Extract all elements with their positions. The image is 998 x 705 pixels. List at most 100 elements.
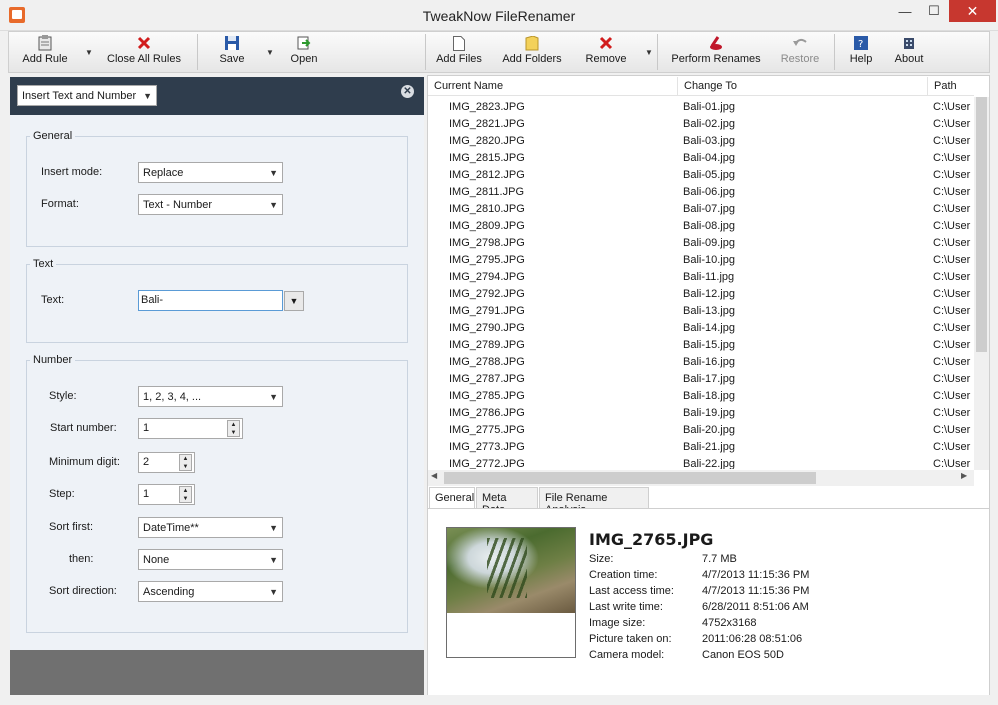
- help-button[interactable]: ? Help: [846, 33, 876, 71]
- perform-renames-button[interactable]: Perform Renames: [668, 33, 764, 71]
- current-name-cell: IMG_2789.JPG: [449, 338, 525, 351]
- table-row[interactable]: IMG_2794.JPG Bali-11.jpg C:\User: [428, 268, 974, 285]
- current-name-cell: IMG_2785.JPG: [449, 389, 525, 402]
- general-group: [26, 136, 408, 247]
- table-row[interactable]: IMG_2791.JPG Bali-13.jpg C:\User: [428, 302, 974, 319]
- tab-general[interactable]: General: [429, 487, 475, 509]
- blank-file-icon: [451, 35, 467, 51]
- tab-file-rename-analysis[interactable]: File Rename Analysis: [539, 487, 649, 516]
- table-row[interactable]: IMG_2812.JPG Bali-05.jpg C:\User: [428, 166, 974, 183]
- property-row: Camera model: Canon EOS 50D: [589, 647, 889, 663]
- scroll-right-arrow[interactable]: ▶: [961, 471, 967, 480]
- horizontal-scrollbar-thumb[interactable]: [444, 472, 816, 484]
- table-row[interactable]: IMG_2786.JPG Bali-19.jpg C:\User: [428, 404, 974, 421]
- path-cell: C:\User: [933, 117, 971, 130]
- scroll-left-arrow[interactable]: ◀: [431, 471, 437, 480]
- step-spinner[interactable]: ▲ ▼: [179, 486, 192, 503]
- table-row[interactable]: IMG_2773.JPG Bali-21.jpg C:\User: [428, 438, 974, 455]
- minimize-button[interactable]: —: [890, 0, 920, 22]
- table-row[interactable]: IMG_2823.JPG Bali-01.jpg C:\User: [428, 98, 974, 115]
- close-all-rules-button[interactable]: Close All Rules: [104, 33, 184, 71]
- property-label: Last access time:: [589, 585, 674, 597]
- property-label: Camera model:: [589, 649, 665, 661]
- path-cell: C:\User: [933, 287, 971, 300]
- add-rule-button[interactable]: Add Rule: [18, 33, 72, 71]
- folder-icon: [524, 35, 540, 51]
- change-to-cell: Bali-10.jpg: [683, 253, 735, 266]
- table-row[interactable]: IMG_2790.JPG Bali-14.jpg C:\User: [428, 319, 974, 336]
- close-rule-icon[interactable]: ✕: [401, 85, 414, 98]
- change-to-cell: Bali-17.jpg: [683, 372, 735, 385]
- table-row[interactable]: IMG_2792.JPG Bali-12.jpg C:\User: [428, 285, 974, 302]
- current-name-cell: IMG_2812.JPG: [449, 168, 525, 181]
- current-name-cell: IMG_2823.JPG: [449, 100, 525, 113]
- property-label: Picture taken on:: [589, 633, 672, 645]
- table-row[interactable]: IMG_2787.JPG Bali-17.jpg C:\User: [428, 370, 974, 387]
- vertical-scrollbar-thumb[interactable]: [976, 97, 987, 352]
- insert-mode-select[interactable]: Replace ▼: [138, 162, 283, 183]
- style-select[interactable]: 1, 2, 3, 4, ... ▼: [138, 386, 283, 407]
- then-label: then:: [69, 553, 94, 565]
- format-select[interactable]: Text - Number ▼: [138, 194, 283, 215]
- close-button[interactable]: ✕: [949, 0, 996, 22]
- change-to-cell: Bali-18.jpg: [683, 389, 735, 402]
- current-name-cell: IMG_2773.JPG: [449, 440, 525, 453]
- start-number-spinner[interactable]: ▲ ▼: [227, 420, 240, 437]
- about-button[interactable]: About: [890, 33, 928, 71]
- text-input[interactable]: Bali-: [138, 290, 283, 311]
- restore-button[interactable]: Restore: [776, 33, 824, 71]
- toolbar-separator: [834, 34, 835, 70]
- table-row[interactable]: IMG_2820.JPG Bali-03.jpg C:\User: [428, 132, 974, 149]
- table-row[interactable]: IMG_2821.JPG Bali-02.jpg C:\User: [428, 115, 974, 132]
- current-name-cell: IMG_2794.JPG: [449, 270, 525, 283]
- column-path[interactable]: Path: [928, 77, 974, 96]
- table-row[interactable]: IMG_2815.JPG Bali-04.jpg C:\User: [428, 149, 974, 166]
- text-history-dropdown[interactable]: ▼: [284, 291, 304, 311]
- table-row[interactable]: IMG_2811.JPG Bali-06.jpg C:\User: [428, 183, 974, 200]
- chevron-down-icon: ▼: [143, 90, 152, 101]
- sort-first-select[interactable]: DateTime** ▼: [138, 517, 283, 538]
- current-name-cell: IMG_2772.JPG: [449, 457, 525, 470]
- photo-thumbnail: [447, 528, 575, 613]
- change-to-cell: Bali-03.jpg: [683, 134, 735, 147]
- property-row: Image size: 4752x3168: [589, 615, 889, 631]
- property-label: Last write time:: [589, 601, 663, 613]
- current-name-cell: IMG_2820.JPG: [449, 134, 525, 147]
- red-x-icon: [136, 35, 152, 51]
- current-name-cell: IMG_2788.JPG: [449, 355, 525, 368]
- then-select[interactable]: None ▼: [138, 549, 283, 570]
- save-button[interactable]: Save: [212, 33, 252, 71]
- column-change-to[interactable]: Change To: [678, 77, 928, 96]
- table-row[interactable]: IMG_2795.JPG Bali-10.jpg C:\User: [428, 251, 974, 268]
- add-files-button[interactable]: Add Files: [433, 33, 485, 71]
- table-row[interactable]: IMG_2809.JPG Bali-08.jpg C:\User: [428, 217, 974, 234]
- add-rule-dropdown-arrow[interactable]: ▼: [84, 48, 94, 58]
- table-row[interactable]: IMG_2789.JPG Bali-15.jpg C:\User: [428, 336, 974, 353]
- property-label: Image size:: [589, 617, 646, 629]
- add-folders-button[interactable]: Add Folders: [499, 33, 565, 71]
- path-cell: C:\User: [933, 389, 971, 402]
- minimum-digit-spinner[interactable]: ▲ ▼: [179, 454, 192, 471]
- toolbar-separator: [197, 34, 198, 70]
- sort-direction-select[interactable]: Ascending ▼: [138, 581, 283, 602]
- table-row[interactable]: IMG_2785.JPG Bali-18.jpg C:\User: [428, 387, 974, 404]
- current-name-cell: IMG_2787.JPG: [449, 372, 525, 385]
- remove-dropdown-arrow[interactable]: ▼: [644, 48, 654, 58]
- change-to-cell: Bali-14.jpg: [683, 321, 735, 334]
- maximize-button[interactable]: ☐: [920, 0, 948, 22]
- table-row[interactable]: IMG_2798.JPG Bali-09.jpg C:\User: [428, 234, 974, 251]
- rule-type-select[interactable]: Insert Text and Number ▼: [17, 85, 157, 106]
- red-x-icon: [598, 35, 614, 51]
- save-dropdown-arrow[interactable]: ▼: [265, 48, 275, 58]
- property-value: 4/7/2013 11:15:36 PM: [702, 569, 810, 581]
- column-current-name[interactable]: Current Name: [428, 77, 678, 96]
- table-row[interactable]: IMG_2772.JPG Bali-22.jpg C:\User: [428, 455, 974, 470]
- open-button[interactable]: Open: [284, 33, 324, 71]
- current-name-cell: IMG_2786.JPG: [449, 406, 525, 419]
- tab-meta-data[interactable]: Meta Data: [476, 487, 538, 516]
- table-row[interactable]: IMG_2788.JPG Bali-16.jpg C:\User: [428, 353, 974, 370]
- table-row[interactable]: IMG_2775.JPG Bali-20.jpg C:\User: [428, 421, 974, 438]
- change-to-cell: Bali-12.jpg: [683, 287, 735, 300]
- table-row[interactable]: IMG_2810.JPG Bali-07.jpg C:\User: [428, 200, 974, 217]
- remove-button[interactable]: Remove: [582, 33, 630, 71]
